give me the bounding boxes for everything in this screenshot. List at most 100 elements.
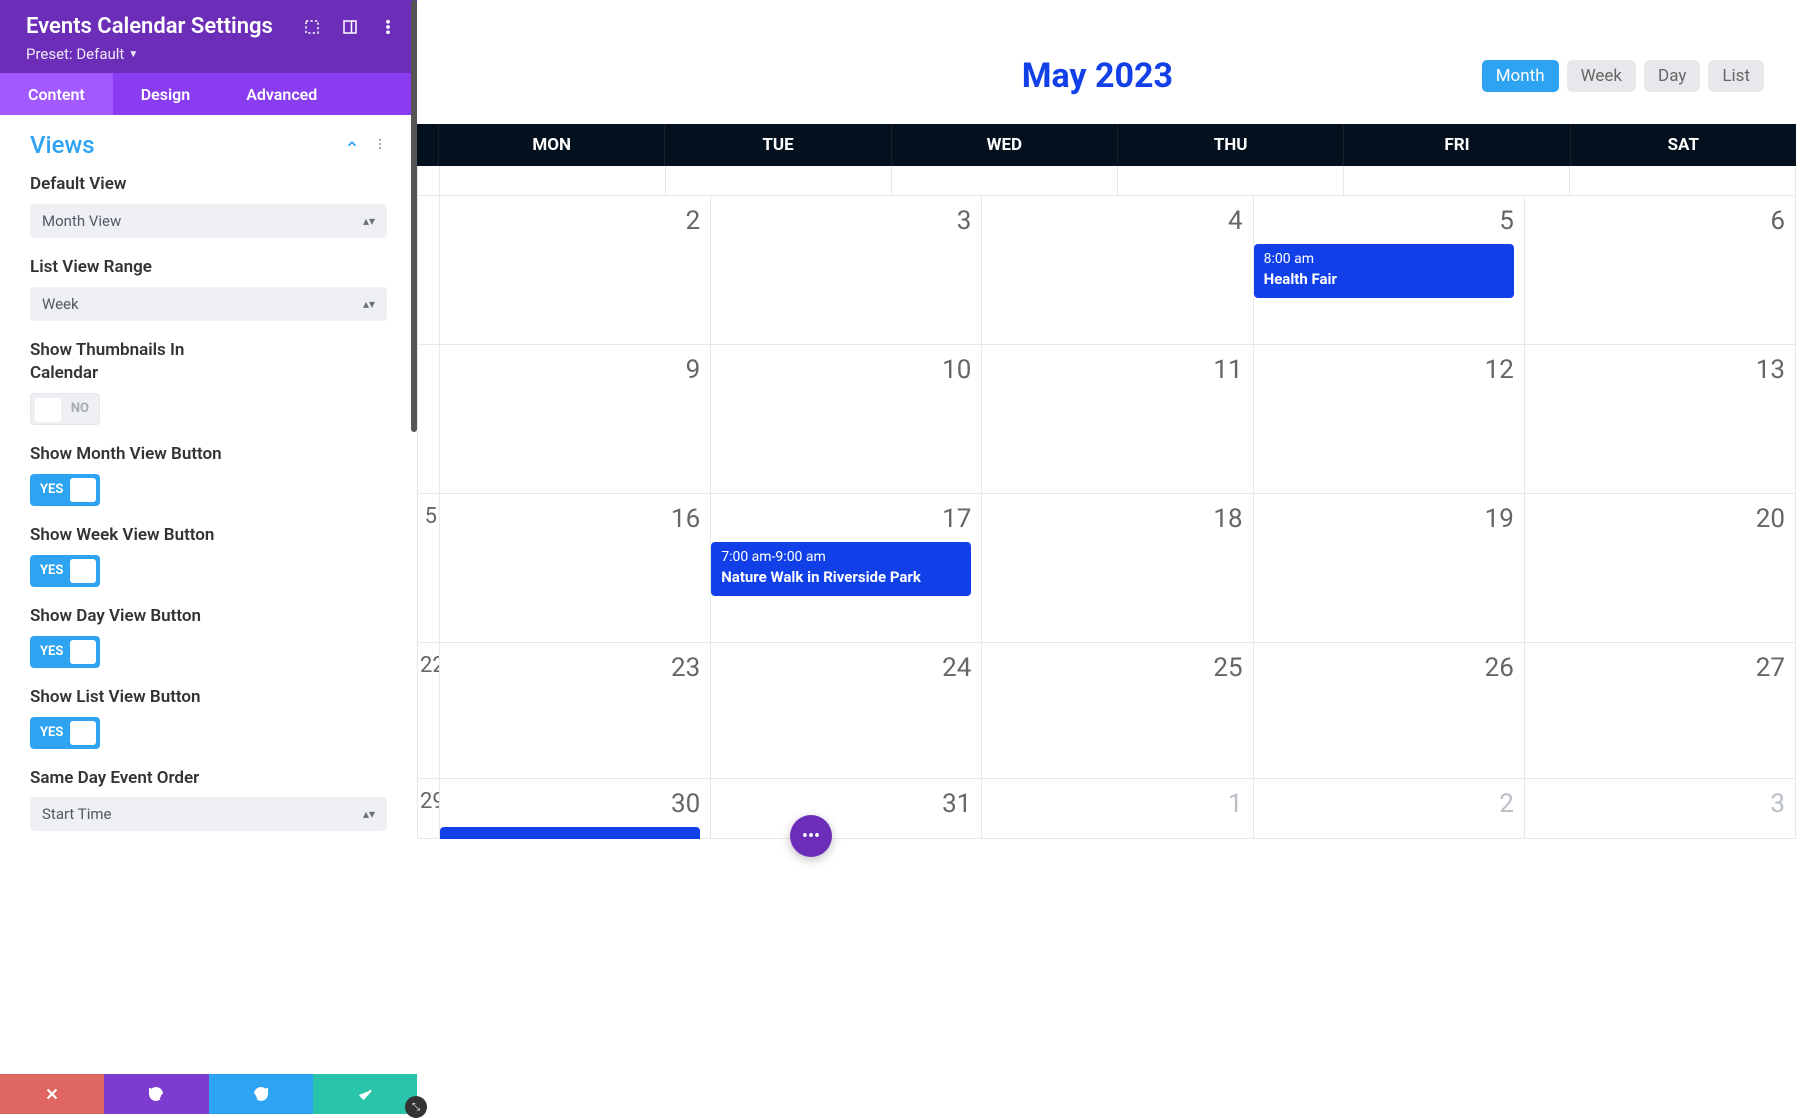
toggle-day-btn-value: YES — [40, 644, 63, 659]
day-cell[interactable]: 5 8:00 am Health Fair — [1254, 196, 1525, 345]
day-cell[interactable] — [418, 345, 440, 494]
day-cell[interactable]: 13 — [1525, 345, 1796, 494]
module-options-fab[interactable]: ••• — [790, 815, 832, 857]
day-cell[interactable]: 4 — [982, 196, 1253, 345]
undo-button[interactable] — [104, 1074, 208, 1114]
day-cell[interactable]: 5 — [418, 494, 440, 643]
expand-icon[interactable] — [303, 18, 321, 36]
toggle-month-btn[interactable]: YES — [30, 474, 100, 506]
day-cell[interactable]: 2 — [1254, 779, 1525, 839]
day-cell[interactable]: 20 — [1525, 494, 1796, 643]
label-week-btn: Show Week View Button — [30, 524, 387, 547]
tab-advanced[interactable]: Advanced — [218, 73, 345, 115]
day-cell[interactable] — [440, 166, 666, 196]
day-number: 12 — [1254, 355, 1514, 385]
dow-cell-sun — [417, 124, 439, 166]
preset-label: Preset: Default — [26, 45, 124, 63]
day-cell[interactable] — [418, 166, 440, 196]
dow-header: MON TUE WED THU FRI SAT — [417, 124, 1796, 166]
view-button-month[interactable]: Month — [1482, 60, 1559, 92]
event-partial[interactable] — [440, 827, 700, 839]
more-horizontal-icon: ••• — [802, 826, 820, 847]
label-thumbnails: Show Thumbnails In Calendar — [30, 339, 200, 385]
label-day-btn: Show Day View Button — [30, 605, 387, 628]
view-button-day[interactable]: Day — [1644, 60, 1700, 92]
day-number: 27 — [1525, 653, 1785, 683]
day-number: 25 — [982, 653, 1242, 683]
day-cell[interactable] — [1118, 166, 1344, 196]
day-cell[interactable]: 30 — [440, 779, 711, 839]
settings-footer — [0, 1074, 417, 1114]
toggle-thumbnails-value: NO — [71, 401, 89, 416]
tab-design[interactable]: Design — [113, 73, 218, 115]
day-cell[interactable]: 25 — [982, 643, 1253, 779]
settings-panel: Events Calendar Settings Preset: Default… — [0, 0, 417, 1114]
day-cell[interactable]: 31 — [711, 779, 982, 839]
tab-content[interactable]: Content — [0, 73, 113, 115]
cancel-button[interactable] — [0, 1074, 104, 1114]
day-cell[interactable]: 24 — [711, 643, 982, 779]
dow-wed: WED — [892, 124, 1118, 166]
day-cell[interactable] — [1570, 166, 1796, 196]
day-cell[interactable]: 2 — [440, 196, 711, 345]
day-cell[interactable]: 9 — [440, 345, 711, 494]
day-cell[interactable]: 17 7:00 am-9:00 am Nature Walk in Rivers… — [711, 494, 982, 643]
event-nature-walk[interactable]: 7:00 am-9:00 am Nature Walk in Riverside… — [711, 542, 971, 596]
more-vertical-icon[interactable] — [379, 18, 397, 36]
day-cell[interactable]: 3 — [711, 196, 982, 345]
label-default-view: Default View — [30, 173, 387, 196]
day-number: 16 — [440, 504, 700, 534]
day-cell[interactable]: 26 — [1254, 643, 1525, 779]
day-cell[interactable] — [1344, 166, 1570, 196]
day-cell[interactable]: 18 — [982, 494, 1253, 643]
label-order: Same Day Event Order — [30, 767, 387, 790]
section-views-title[interactable]: Views — [30, 131, 95, 159]
select-default-view[interactable]: Month View ▴▾ — [30, 204, 387, 238]
day-cell[interactable]: 16 — [440, 494, 711, 643]
preset-selector[interactable]: Preset: Default ▼ — [26, 45, 273, 63]
day-cell[interactable]: 29 — [418, 779, 440, 839]
calendar-row: 5 16 17 7:00 am-9:00 am Nature Walk in R… — [417, 494, 1796, 643]
select-list-range[interactable]: Week ▴▾ — [30, 287, 387, 321]
day-cell[interactable]: 19 — [1254, 494, 1525, 643]
day-cell[interactable] — [418, 196, 440, 345]
day-cell[interactable]: 27 — [1525, 643, 1796, 779]
calendar-row-spacer — [417, 166, 1796, 196]
select-order[interactable]: Start Time ▴▾ — [30, 797, 387, 831]
view-button-list[interactable]: List — [1708, 60, 1764, 92]
toggle-list-btn[interactable]: YES — [30, 717, 100, 749]
day-cell[interactable]: 1 — [982, 779, 1253, 839]
day-number: 23 — [440, 653, 700, 683]
day-number: 5 — [1254, 206, 1514, 236]
day-cell[interactable]: 22 — [418, 643, 440, 779]
dock-icon[interactable] — [341, 18, 359, 36]
toggle-thumbnails[interactable]: NO — [30, 393, 100, 425]
resize-handle-icon[interactable]: ⤡ — [405, 1096, 427, 1118]
dow-fri: FRI — [1344, 124, 1570, 166]
toggle-day-btn[interactable]: YES — [30, 636, 100, 668]
day-number: 18 — [982, 504, 1242, 534]
view-button-week[interactable]: Week — [1567, 60, 1636, 92]
section-more-icon[interactable] — [373, 136, 387, 155]
day-number: 29 — [420, 789, 437, 814]
day-cell[interactable]: 10 — [711, 345, 982, 494]
event-health-fair[interactable]: 8:00 am Health Fair — [1254, 244, 1514, 298]
day-cell[interactable]: 11 — [982, 345, 1253, 494]
select-chevron-icon: ▴▾ — [363, 808, 375, 820]
day-cell[interactable]: 3 — [1525, 779, 1796, 839]
event-title: Health Fair — [1264, 270, 1504, 290]
day-cell[interactable]: 23 — [440, 643, 711, 779]
day-number: 6 — [1525, 206, 1785, 236]
day-cell[interactable]: 12 — [1254, 345, 1525, 494]
day-number: 26 — [1254, 653, 1514, 683]
day-cell[interactable]: 6 — [1525, 196, 1796, 345]
settings-tabs: Content Design Advanced — [0, 73, 417, 115]
collapse-icon[interactable] — [345, 136, 359, 155]
calendar-row: 2 3 4 5 8:00 am Health Fair 6 — [417, 196, 1796, 345]
day-cell[interactable] — [892, 166, 1118, 196]
calendar-row: 9 10 11 12 13 — [417, 345, 1796, 494]
redo-button[interactable] — [209, 1074, 313, 1114]
day-cell[interactable] — [666, 166, 892, 196]
toggle-week-btn[interactable]: YES — [30, 555, 100, 587]
apply-button[interactable] — [313, 1074, 417, 1114]
